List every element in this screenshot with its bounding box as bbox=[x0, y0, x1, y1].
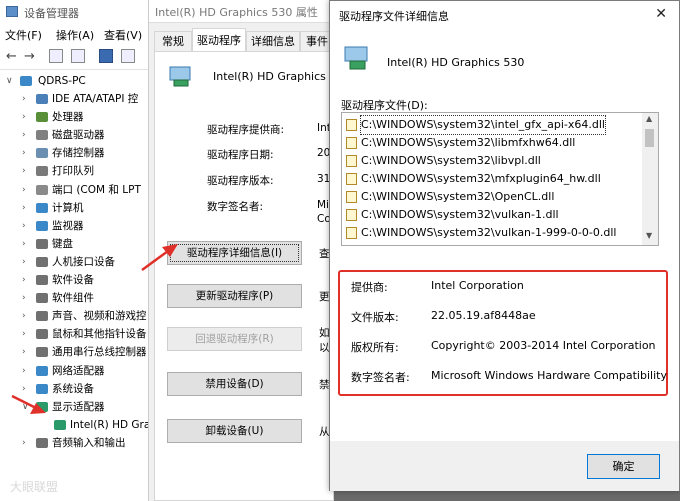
annotation-arrows bbox=[11, 244, 178, 414]
arrow-to-details-button-icon bbox=[141, 244, 178, 272]
arrow-to-display-adapter-icon bbox=[11, 394, 46, 414]
